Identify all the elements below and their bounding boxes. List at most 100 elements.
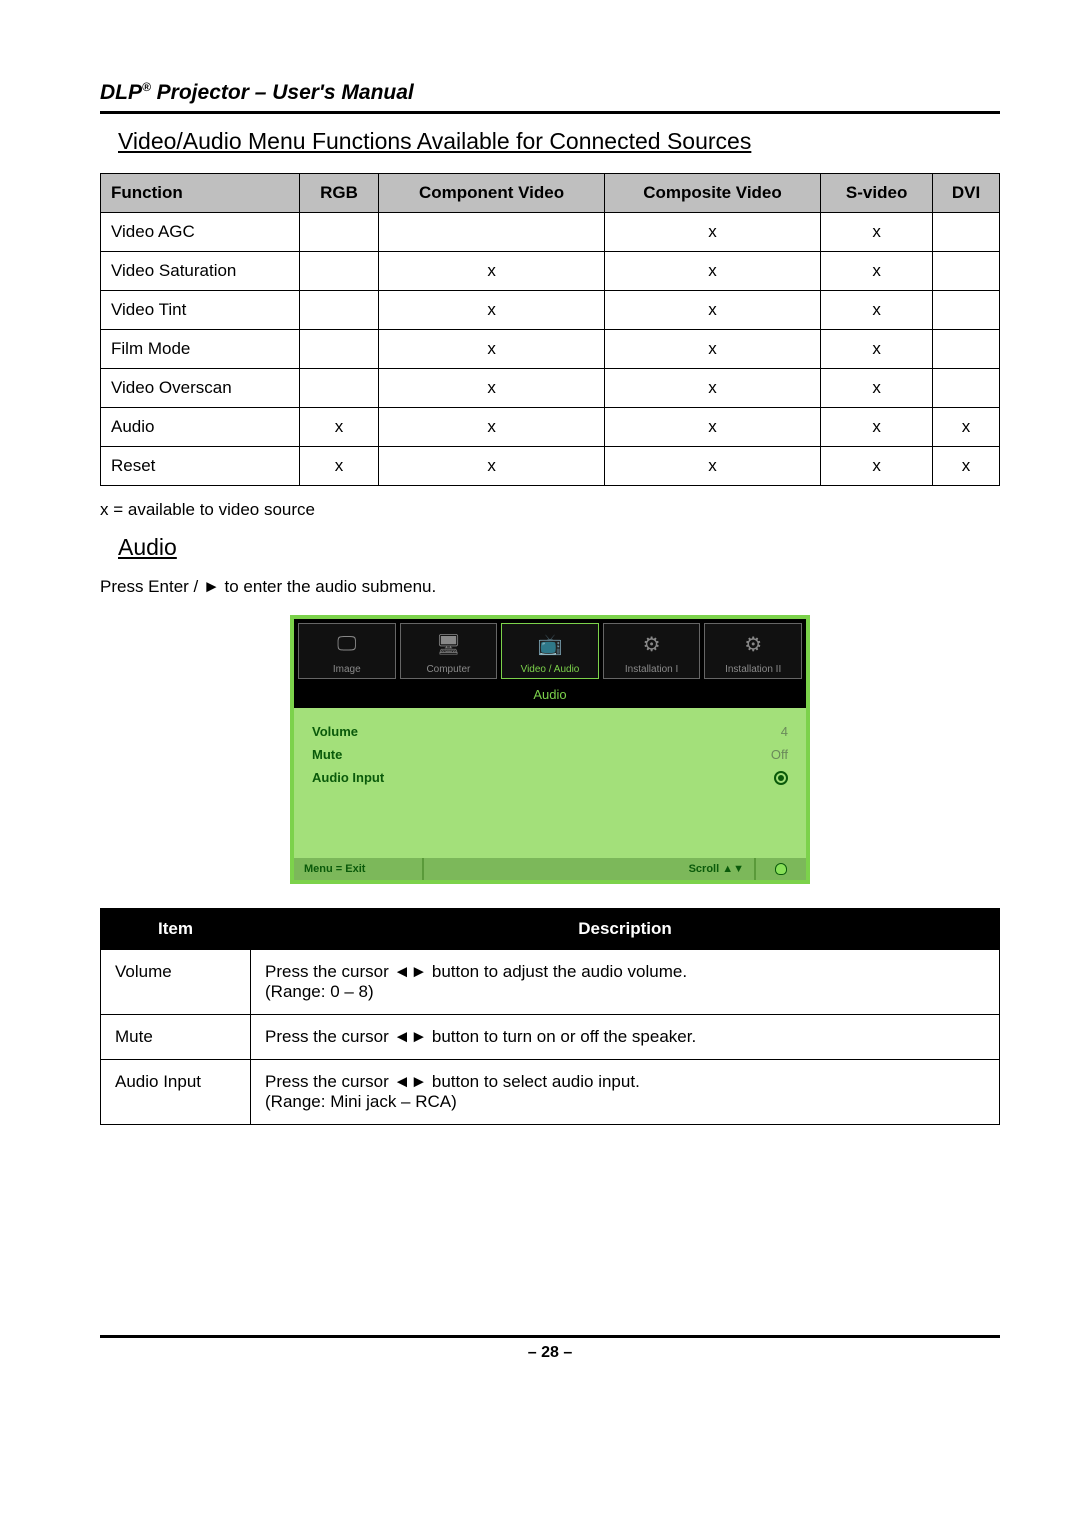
function-support-cell: x — [604, 408, 820, 447]
osd-tab-label: Video / Audio — [521, 664, 580, 675]
osd-row[interactable]: Volume4 — [312, 720, 788, 743]
osd-row[interactable]: Audio Input — [312, 766, 788, 789]
function-name-cell: Audio — [101, 408, 300, 447]
item-cell: Mute — [101, 1015, 251, 1060]
footer-divider — [100, 1335, 1000, 1338]
item-cell: Audio Input — [101, 1060, 251, 1125]
function-support-cell: x — [821, 369, 933, 408]
function-name-cell: Video Overscan — [101, 369, 300, 408]
osd-footer: Menu = Exit Scroll ▲▼ — [294, 858, 806, 880]
table-row: Film Modexxx — [101, 330, 1000, 369]
function-support-cell: x — [821, 447, 933, 486]
osd-row-value: 4 — [781, 724, 788, 739]
osd-row-label: Mute — [312, 747, 342, 762]
col-function: Function — [101, 174, 300, 213]
table-note: x = available to video source — [100, 500, 1000, 520]
function-support-cell: x — [933, 447, 1000, 486]
function-support-cell — [933, 213, 1000, 252]
osd-footer-help — [756, 858, 806, 880]
osd-tab-icon: 📺 — [538, 624, 563, 664]
document-page: DLP® Projector – User's Manual Video/Aud… — [0, 0, 1080, 1402]
osd-tab[interactable]: ⚙Installation I — [603, 623, 701, 679]
function-support-cell: x — [821, 330, 933, 369]
function-support-cell: x — [821, 291, 933, 330]
header-divider — [100, 111, 1000, 114]
function-support-cell: x — [379, 291, 604, 330]
col-composite-video: Composite Video — [604, 174, 820, 213]
function-support-cell: x — [604, 369, 820, 408]
function-name-cell: Video AGC — [101, 213, 300, 252]
description-cell: Press the cursor ◄► button to adjust the… — [251, 950, 1000, 1015]
osd-tab[interactable]: ⚙Installation II — [704, 623, 802, 679]
function-support-cell: x — [379, 252, 604, 291]
osd-tab-icon: 🖥 — [436, 624, 461, 664]
press-enter-text: Press Enter / ► to enter the audio subme… — [100, 577, 1000, 597]
table-row: Resetxxxxx — [101, 447, 1000, 486]
function-support-cell — [933, 291, 1000, 330]
page-number: – 28 – — [100, 1344, 1000, 1362]
function-support-cell — [299, 369, 379, 408]
function-support-cell — [379, 213, 604, 252]
osd-screenshot-wrap: 🖵Image🖥Computer📺Video / Audio⚙Installati… — [100, 615, 1000, 908]
table-row: Audio InputPress the cursor ◄► button to… — [101, 1060, 1000, 1125]
function-name-cell: Film Mode — [101, 330, 300, 369]
osd-submenu-title: Audio — [294, 683, 806, 708]
osd-tab-icon: ⚙ — [744, 624, 762, 664]
col-s-video: S-video — [821, 174, 933, 213]
osd-menu: 🖵Image🖥Computer📺Video / Audio⚙Installati… — [290, 615, 810, 884]
function-support-cell: x — [604, 252, 820, 291]
function-support-cell: x — [379, 330, 604, 369]
description-cell: Press the cursor ◄► button to turn on or… — [251, 1015, 1000, 1060]
function-support-cell — [933, 252, 1000, 291]
section-heading-audio: Audio — [118, 534, 1000, 561]
function-support-cell: x — [379, 369, 604, 408]
doc-title-rest: Projector – User's Manual — [151, 81, 414, 104]
description-table-header-row: Item Description — [101, 909, 1000, 950]
col-rgb: RGB — [299, 174, 379, 213]
col-item: Item — [101, 909, 251, 950]
function-name-cell: Video Tint — [101, 291, 300, 330]
osd-tab[interactable]: 📺Video / Audio — [501, 623, 599, 679]
brand-name: DLP — [100, 81, 142, 104]
function-name-cell: Reset — [101, 447, 300, 486]
table-row: Video AGC xx — [101, 213, 1000, 252]
function-support-cell: x — [604, 213, 820, 252]
osd-tab-label: Installation I — [625, 664, 678, 675]
osd-tab[interactable]: 🖥Computer — [400, 623, 498, 679]
functions-table-header-row: Function RGB Component Video Composite V… — [101, 174, 1000, 213]
registered-mark: ® — [142, 80, 151, 94]
function-support-cell: x — [821, 252, 933, 291]
function-support-cell: x — [379, 408, 604, 447]
doc-header: DLP® Projector – User's Manual — [100, 80, 1000, 105]
table-row: Audioxxxxx — [101, 408, 1000, 447]
osd-tab[interactable]: 🖵Image — [298, 623, 396, 679]
osd-body: Volume4 Mute Off Audio Input — [294, 708, 806, 858]
function-support-cell — [299, 252, 379, 291]
function-name-cell: Video Saturation — [101, 252, 300, 291]
function-support-cell: x — [604, 330, 820, 369]
function-support-cell: x — [299, 447, 379, 486]
osd-tab-icon: 🖵 — [337, 624, 356, 664]
osd-tab-label: Installation II — [725, 664, 781, 675]
function-support-cell: x — [821, 213, 933, 252]
table-row: MutePress the cursor ◄► button to turn o… — [101, 1015, 1000, 1060]
bulb-icon — [775, 863, 787, 875]
osd-row-value: Off — [771, 747, 788, 762]
osd-footer-left: Menu = Exit — [294, 858, 424, 880]
radio-icon — [774, 771, 788, 785]
osd-tab-label: Image — [333, 664, 361, 675]
function-support-cell — [299, 213, 379, 252]
function-support-cell — [299, 330, 379, 369]
function-support-cell: x — [604, 291, 820, 330]
osd-footer-scroll: Scroll ▲▼ — [424, 858, 756, 880]
col-dvi: DVI — [933, 174, 1000, 213]
osd-row[interactable]: Mute Off — [312, 743, 788, 766]
table-row: Video Tintxxx — [101, 291, 1000, 330]
col-component-video: Component Video — [379, 174, 604, 213]
function-support-cell: x — [604, 447, 820, 486]
function-support-cell: x — [821, 408, 933, 447]
col-description: Description — [251, 909, 1000, 950]
section-heading-functions: Video/Audio Menu Functions Available for… — [118, 128, 1000, 155]
osd-row-label: Audio Input — [312, 770, 384, 785]
function-support-cell — [933, 369, 1000, 408]
